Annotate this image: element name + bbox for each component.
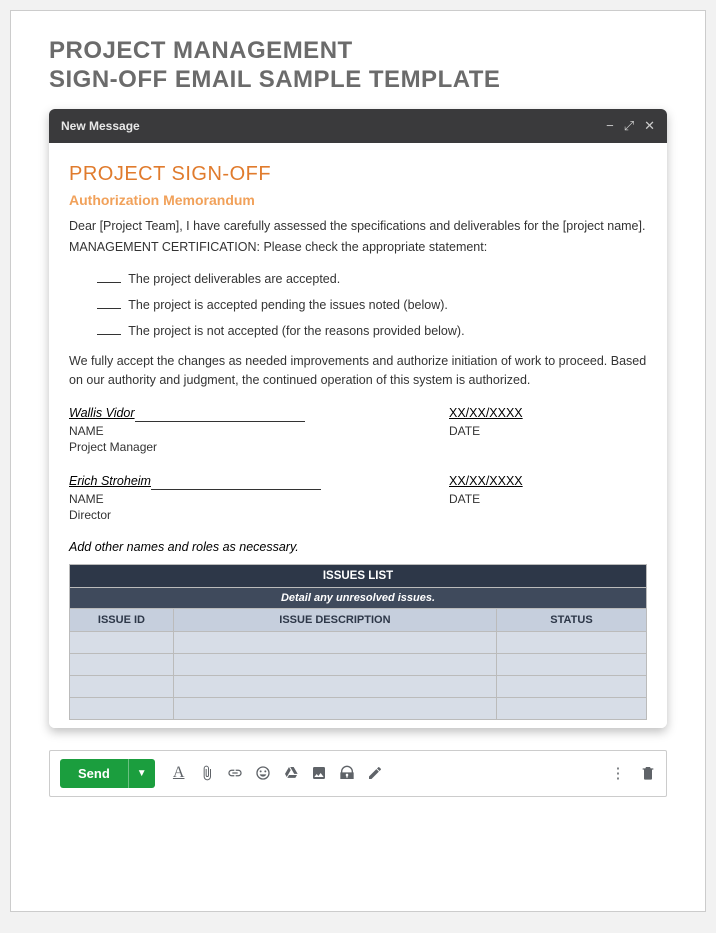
- signer-1-name: Wallis Vidor: [69, 406, 135, 420]
- table-row: [70, 675, 647, 697]
- more-options-icon[interactable]: ⋮: [610, 764, 626, 782]
- document-page: PROJECT MANAGEMENT SIGN-OFF EMAIL SAMPLE…: [10, 10, 706, 912]
- email-body: PROJECT SIGN-OFF Authorization Memorandu…: [49, 143, 667, 728]
- signer-2-role: Director: [69, 508, 647, 522]
- blank-line: [97, 282, 121, 283]
- compose-window: New Message − ⤢ ✕ PROJECT SIGN-OFF Autho…: [49, 109, 667, 728]
- col-issue-desc: ISSUE DESCRIPTION: [173, 608, 496, 631]
- signer-1-role: Project Manager: [69, 440, 647, 454]
- table-row: [70, 653, 647, 675]
- attach-file-icon[interactable]: [199, 765, 215, 781]
- intro-paragraph: Dear [Project Team], I have carefully as…: [69, 216, 647, 259]
- option-3-text: The project is not accepted (for the rea…: [128, 324, 464, 338]
- acceptance-paragraph: We fully accept the changes as needed im…: [69, 352, 647, 390]
- signer-2-line: Erich Stroheim XX/XX/XXXX: [69, 472, 647, 490]
- col-issue-id: ISSUE ID: [70, 608, 174, 631]
- date-label: DATE: [449, 424, 647, 438]
- signer-2-date: XX/XX/XXXX: [449, 474, 523, 488]
- close-icon[interactable]: ✕: [644, 118, 655, 134]
- issues-table: ISSUES LIST Detail any unresolved issues…: [69, 564, 647, 720]
- option-1: The project deliverables are accepted.: [97, 272, 647, 286]
- title-line-1: PROJECT MANAGEMENT: [49, 37, 667, 66]
- signature-line: [135, 421, 305, 422]
- heading-authorization: Authorization Memorandum: [69, 192, 647, 208]
- signature-pen-icon[interactable]: [367, 765, 383, 781]
- option-3: The project is not accepted (for the rea…: [97, 324, 647, 338]
- insert-link-icon[interactable]: [227, 765, 243, 781]
- send-options-dropdown[interactable]: ▼: [128, 759, 155, 788]
- option-2: The project is accepted pending the issu…: [97, 298, 647, 312]
- minimize-icon[interactable]: −: [606, 118, 614, 133]
- signature-line: [151, 489, 321, 490]
- compose-header: New Message − ⤢ ✕: [49, 109, 667, 143]
- table-row: [70, 697, 647, 719]
- signer-1-date: XX/XX/XXXX: [449, 406, 523, 420]
- discard-draft-icon[interactable]: [640, 765, 656, 781]
- document-title: PROJECT MANAGEMENT SIGN-OFF EMAIL SAMPLE…: [49, 37, 667, 95]
- window-controls: − ⤢ ✕: [606, 118, 655, 134]
- signer-1-line: Wallis Vidor XX/XX/XXXX: [69, 404, 647, 422]
- certification-options: The project deliverables are accepted. T…: [97, 272, 647, 338]
- signer-1-labels: NAME DATE: [69, 424, 647, 438]
- drive-icon[interactable]: [283, 765, 299, 781]
- signer-2-labels: NAME DATE: [69, 492, 647, 506]
- option-1-text: The project deliverables are accepted.: [128, 272, 340, 286]
- name-label: NAME: [69, 492, 449, 506]
- toolbar-right: ⋮: [610, 764, 656, 782]
- date-label: DATE: [449, 492, 647, 506]
- blank-line: [97, 308, 121, 309]
- table-row: [70, 631, 647, 653]
- expand-icon[interactable]: ⤢: [624, 118, 634, 134]
- option-2-text: The project is accepted pending the issu…: [128, 298, 448, 312]
- add-names-note: Add other names and roles as necessary.: [69, 540, 647, 554]
- insert-image-icon[interactable]: [311, 765, 327, 781]
- issues-title: ISSUES LIST: [70, 564, 647, 587]
- heading-signoff: PROJECT SIGN-OFF: [69, 163, 647, 186]
- title-line-2: SIGN-OFF EMAIL SAMPLE TEMPLATE: [49, 66, 667, 95]
- issues-subtitle: Detail any unresolved issues.: [70, 587, 647, 608]
- formatting-toolbar: A: [171, 764, 606, 782]
- emoji-icon[interactable]: [255, 765, 271, 781]
- name-label: NAME: [69, 424, 449, 438]
- compose-toolbar: Send ▼ A: [49, 750, 667, 797]
- col-status: STATUS: [496, 608, 646, 631]
- send-button[interactable]: Send: [60, 759, 128, 788]
- signer-2-name: Erich Stroheim: [69, 474, 151, 488]
- text-format-icon[interactable]: A: [171, 764, 187, 782]
- compose-title: New Message: [61, 119, 606, 133]
- confidential-mode-icon[interactable]: [339, 765, 355, 781]
- send-button-group: Send ▼: [60, 759, 155, 788]
- blank-line: [97, 334, 121, 335]
